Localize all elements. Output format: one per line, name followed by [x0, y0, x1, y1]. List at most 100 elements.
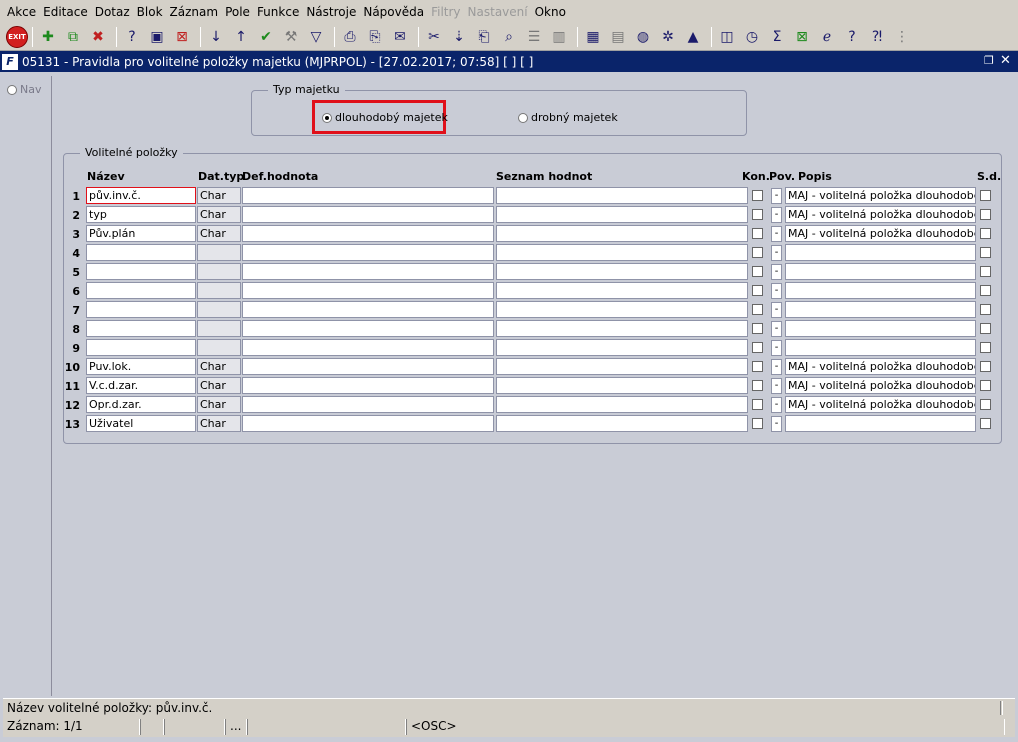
popis-field[interactable] — [785, 415, 976, 432]
popis-field[interactable]: MAJ - volitelná položka dlouhodobého m — [785, 358, 976, 375]
seznam-hodnot-field[interactable] — [496, 358, 748, 375]
nazev-field[interactable]: pův.inv.č. — [86, 187, 196, 204]
defhodnota-field[interactable] — [242, 244, 494, 261]
nazev-field[interactable]: Uživatel — [86, 415, 196, 432]
defhodnota-field[interactable] — [242, 358, 494, 375]
pov-field[interactable]: - — [771, 321, 782, 337]
menu-zaznam[interactable]: Záznam — [167, 5, 222, 19]
menu-filtry[interactable]: Filtry — [428, 5, 463, 19]
seznam-hodnot-field[interactable] — [496, 225, 748, 242]
seznam-hodnot-field[interactable] — [496, 301, 748, 318]
sort-asc-icon[interactable]: ↓ — [205, 26, 227, 48]
sd-checkbox[interactable] — [980, 380, 991, 391]
radio-drobny[interactable]: drobný majetek — [518, 111, 618, 124]
dattyp-field[interactable] — [197, 244, 241, 261]
sd-checkbox[interactable] — [980, 304, 991, 315]
up-icon[interactable]: ▲ — [682, 26, 704, 48]
sort-desc-icon[interactable]: ↑ — [230, 26, 252, 48]
new-record-icon[interactable]: ✚ — [37, 26, 59, 48]
popis-field[interactable]: MAJ - volitelná položka dlouhodobého m — [785, 225, 976, 242]
cut-icon[interactable]: ✂ — [423, 26, 445, 48]
sd-checkbox[interactable] — [980, 323, 991, 334]
find-icon[interactable]: ⌕ — [498, 26, 520, 48]
defhodnota-field[interactable] — [242, 377, 494, 394]
nazev-field[interactable] — [86, 263, 196, 280]
options-icon[interactable]: ⋮ — [891, 26, 913, 48]
kon-checkbox[interactable] — [752, 304, 763, 315]
print-preview-icon[interactable]: ⎘ — [364, 26, 386, 48]
menu-dotaz[interactable]: Dotaz — [92, 5, 133, 19]
menu-funkce[interactable]: Funkce — [254, 5, 302, 19]
dattyp-field[interactable]: Char — [197, 225, 241, 242]
nazev-field[interactable] — [86, 244, 196, 261]
pov-field[interactable]: - — [771, 207, 782, 223]
kon-checkbox[interactable] — [752, 247, 763, 258]
popis-field[interactable] — [785, 301, 976, 318]
sd-checkbox[interactable] — [980, 228, 991, 239]
kon-checkbox[interactable] — [752, 342, 763, 353]
close-icon[interactable]: ✕ — [1000, 53, 1014, 68]
seznam-hodnot-field[interactable] — [496, 415, 748, 432]
calculator-icon[interactable]: ▦ — [582, 26, 604, 48]
excel-icon[interactable]: ⊠ — [791, 26, 813, 48]
dattyp-field[interactable] — [197, 339, 241, 356]
globe-icon[interactable]: ◍ — [632, 26, 654, 48]
tools-icon[interactable]: ⚒ — [280, 26, 302, 48]
seznam-hodnot-field[interactable] — [496, 282, 748, 299]
ie-icon[interactable]: ℯ — [816, 26, 838, 48]
sd-checkbox[interactable] — [980, 361, 991, 372]
dattyp-field[interactable]: Char — [197, 206, 241, 223]
defhodnota-field[interactable] — [242, 206, 494, 223]
defhodnota-field[interactable] — [242, 339, 494, 356]
seznam-hodnot-field[interactable] — [496, 377, 748, 394]
sum-icon[interactable]: Σ — [766, 26, 788, 48]
popis-field[interactable]: MAJ - volitelná položka dlouhodobého m — [785, 187, 976, 204]
dattyp-field[interactable]: Char — [197, 358, 241, 375]
menu-okno[interactable]: Okno — [532, 5, 569, 19]
restore-icon[interactable]: ❐ — [984, 54, 996, 67]
sd-checkbox[interactable] — [980, 342, 991, 353]
kon-checkbox[interactable] — [752, 399, 763, 410]
pov-field[interactable]: - — [771, 226, 782, 242]
kon-checkbox[interactable] — [752, 228, 763, 239]
menu-napoveda[interactable]: Nápověda — [360, 5, 427, 19]
kon-checkbox[interactable] — [752, 323, 763, 334]
nazev-field[interactable] — [86, 282, 196, 299]
pov-field[interactable]: - — [771, 245, 782, 261]
seznam-hodnot-field[interactable] — [496, 244, 748, 261]
cancel-query-icon[interactable]: ⊠ — [171, 26, 193, 48]
execute-query-icon[interactable]: ▣ — [146, 26, 168, 48]
menu-nastroje[interactable]: Nástroje — [303, 5, 359, 19]
pov-field[interactable]: - — [771, 397, 782, 413]
defhodnota-field[interactable] — [242, 187, 494, 204]
menu-blok[interactable]: Blok — [134, 5, 166, 19]
dattyp-field[interactable] — [197, 282, 241, 299]
report-icon[interactable]: ▤ — [607, 26, 629, 48]
nazev-field[interactable]: V.c.d.zar. — [86, 377, 196, 394]
dattyp-field[interactable]: Char — [197, 187, 241, 204]
popis-field[interactable] — [785, 339, 976, 356]
filter-icon[interactable]: ▽ — [305, 26, 327, 48]
whatsthis-icon[interactable]: ⁈ — [866, 26, 888, 48]
sd-checkbox[interactable] — [980, 285, 991, 296]
copy-icon[interactable]: ⎗ — [473, 26, 495, 48]
pov-field[interactable]: - — [771, 283, 782, 299]
nazev-field[interactable]: Pův.plán — [86, 225, 196, 242]
sd-checkbox[interactable] — [980, 399, 991, 410]
seznam-hodnot-field[interactable] — [496, 339, 748, 356]
popis-field[interactable] — [785, 244, 976, 261]
dattyp-field[interactable] — [197, 301, 241, 318]
pov-field[interactable]: - — [771, 264, 782, 280]
radio-dlouhodoby[interactable]: dlouhodobý majetek — [322, 111, 448, 124]
list-icon[interactable]: ☰ — [523, 26, 545, 48]
pov-field[interactable]: - — [771, 340, 782, 356]
kon-checkbox[interactable] — [752, 285, 763, 296]
popis-field[interactable]: MAJ - volitelná položka dlouhodobého m — [785, 377, 976, 394]
pov-field[interactable]: - — [771, 416, 782, 432]
settings-icon[interactable]: ✲ — [657, 26, 679, 48]
nazev-field[interactable]: Opr.d.zar. — [86, 396, 196, 413]
nazev-field[interactable] — [86, 339, 196, 356]
kon-checkbox[interactable] — [752, 361, 763, 372]
nazev-field[interactable]: Puv.lok. — [86, 358, 196, 375]
menu-akce[interactable]: Akce — [4, 5, 39, 19]
